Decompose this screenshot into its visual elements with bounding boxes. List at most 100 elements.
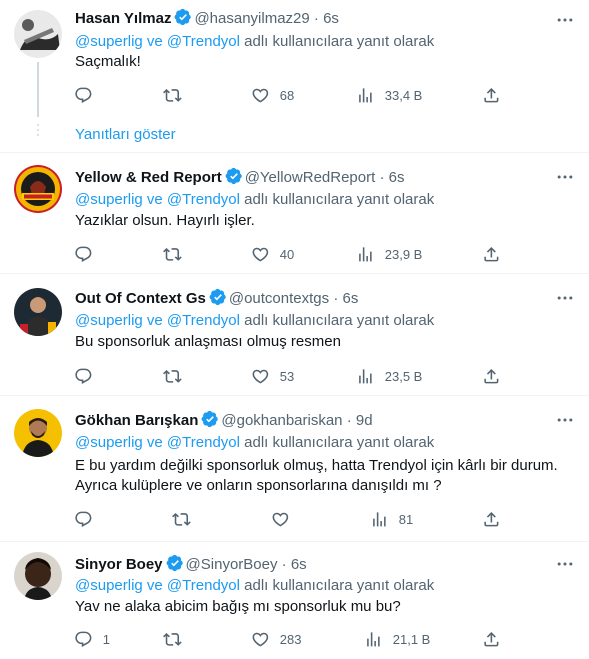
share-icon — [484, 246, 499, 262]
reply-context-suffix: adlı kullanıcılara yanıt olarak — [244, 312, 435, 329]
reply-context: @superlig ve @Trendyol adlı kullanıcılar… — [75, 190, 434, 210]
views-count: 21,1 B — [392, 631, 431, 647]
retweet-icon — [163, 632, 182, 646]
views-icon — [359, 246, 372, 262]
reply-button[interactable] — [74, 85, 103, 105]
reply-context-suffix: adlı kullanıcılara yanıt olarak — [244, 577, 435, 594]
timestamp[interactable]: 9d — [356, 412, 373, 429]
timestamp[interactable]: 6s — [389, 169, 405, 186]
reply-button[interactable] — [74, 509, 103, 529]
tweet[interactable]: Out Of Context Gs @outcontextgs · 6s @sup… — [0, 274, 589, 394]
like-button[interactable] — [271, 509, 300, 529]
like-button[interactable]: 68 — [251, 85, 294, 105]
share-button[interactable] — [482, 509, 501, 529]
share-button[interactable] — [482, 85, 501, 105]
like-icon — [252, 632, 269, 647]
views-button[interactable]: 23,9 B — [356, 244, 422, 264]
timestamp[interactable]: 6s — [323, 10, 339, 27]
views-button[interactable]: 23,5 B — [356, 366, 422, 386]
views-button[interactable]: 33,4 B — [356, 85, 422, 105]
display-name[interactable]: Out Of Context Gs — [75, 290, 206, 307]
like-button[interactable]: 283 — [251, 629, 301, 649]
verified-badge-icon — [175, 8, 192, 26]
handle[interactable]: @gokhanbariskan — [221, 412, 342, 429]
separator-dot: · — [346, 412, 352, 429]
timestamp[interactable]: 6s — [342, 290, 358, 307]
display-name[interactable]: Hasan Yılmaz — [75, 10, 171, 27]
retweet-button[interactable] — [163, 244, 192, 264]
retweet-icon — [163, 369, 182, 383]
like-count: 68 — [279, 87, 295, 103]
share-button[interactable] — [482, 366, 501, 386]
separator-dot: · — [379, 169, 385, 186]
more-icon[interactable] — [555, 167, 575, 187]
display-name[interactable]: Sinyor Boey — [75, 556, 163, 573]
like-button[interactable]: 40 — [251, 244, 294, 264]
views-icon — [359, 368, 372, 384]
retweet-icon — [163, 247, 182, 261]
handle[interactable]: @SinyorBoey — [186, 556, 278, 573]
tweet-header: Sinyor Boey @SinyorBoey · 6s — [75, 554, 307, 575]
more-icon[interactable] — [555, 10, 575, 30]
reply-icon — [75, 631, 92, 647]
tweet-text: Saçmalık! — [75, 53, 141, 70]
retweet-button[interactable] — [163, 366, 192, 386]
reply-icon — [75, 368, 92, 384]
reply-button[interactable]: 1 — [74, 629, 110, 649]
reply-context: @superlig ve @Trendyol adlı kullanıcılar… — [75, 576, 434, 596]
share-button[interactable] — [482, 629, 501, 649]
avatar[interactable] — [14, 10, 62, 58]
reply-button[interactable] — [74, 244, 103, 264]
separator-dot: · — [281, 556, 287, 573]
views-icon — [367, 631, 380, 647]
reply-button[interactable] — [74, 366, 103, 386]
retweet-button[interactable] — [163, 629, 192, 649]
tweet[interactable]: Sinyor Boey @SinyorBoey · 6s @superlig ve… — [0, 542, 589, 659]
like-icon — [252, 88, 269, 103]
separator-dot: · — [333, 290, 339, 307]
mention-links[interactable]: @superlig ve @Trendyol — [75, 33, 240, 50]
avatar[interactable] — [14, 288, 62, 336]
more-icon[interactable] — [555, 410, 575, 430]
tweet[interactable]: Hasan Yılmaz @hasanyilmaz29 · 6s @superli… — [0, 0, 589, 152]
show-replies-link[interactable]: Yanıtları göster — [75, 125, 176, 145]
avatar[interactable] — [14, 552, 62, 600]
reply-icon — [75, 87, 92, 103]
avatar[interactable] — [14, 409, 62, 457]
handle[interactable]: @outcontextgs — [229, 290, 329, 307]
views-button[interactable]: 81 — [370, 509, 413, 529]
share-icon — [484, 87, 499, 103]
timestamp[interactable]: 6s — [291, 556, 307, 573]
mention-links[interactable]: @superlig ve @Trendyol — [75, 577, 240, 594]
mention-links[interactable]: @superlig ve @Trendyol — [75, 434, 240, 451]
views-icon — [359, 87, 372, 103]
more-icon[interactable] — [555, 554, 575, 574]
verified-badge-icon — [166, 554, 183, 572]
display-name[interactable]: Gökhan Barışkan — [75, 412, 198, 429]
like-count: 40 — [279, 246, 295, 262]
more-icon[interactable] — [555, 288, 575, 308]
tweet[interactable]: Yellow & Red Report @YellowRedReport · 6s… — [0, 153, 589, 273]
retweet-button[interactable] — [163, 85, 192, 105]
reply-icon — [75, 511, 92, 527]
like-button[interactable]: 53 — [251, 366, 294, 386]
separator-dot: · — [313, 10, 319, 27]
tweet-header: Yellow & Red Report @YellowRedReport · 6s — [75, 167, 404, 188]
share-button[interactable] — [482, 244, 501, 264]
tweet-text: Bu sponsorluk anlaşması olmuş resmen — [75, 333, 341, 350]
avatar[interactable] — [14, 165, 62, 213]
tweet[interactable]: Gökhan Barışkan @gokhanbariskan · 9d @sup… — [0, 396, 589, 541]
thread-line — [37, 62, 39, 117]
tweet-text: Yav ne alaka abicim bağış mı sponsorluk … — [75, 598, 401, 615]
display-name[interactable]: Yellow & Red Report — [75, 169, 222, 186]
reply-context: @superlig ve @Trendyol adlı kullanıcılar… — [75, 433, 434, 453]
handle[interactable]: @hasanyilmaz29 — [194, 10, 309, 27]
mention-links[interactable]: @superlig ve @Trendyol — [75, 312, 240, 329]
retweet-icon — [172, 512, 191, 526]
verified-badge-icon — [201, 410, 219, 428]
views-button[interactable]: 21,1 B — [364, 629, 430, 649]
mention-links[interactable]: @superlig ve @Trendyol — [75, 191, 240, 208]
thread-dots — [36, 124, 40, 139]
retweet-button[interactable] — [172, 509, 201, 529]
handle[interactable]: @YellowRedReport — [245, 169, 376, 186]
